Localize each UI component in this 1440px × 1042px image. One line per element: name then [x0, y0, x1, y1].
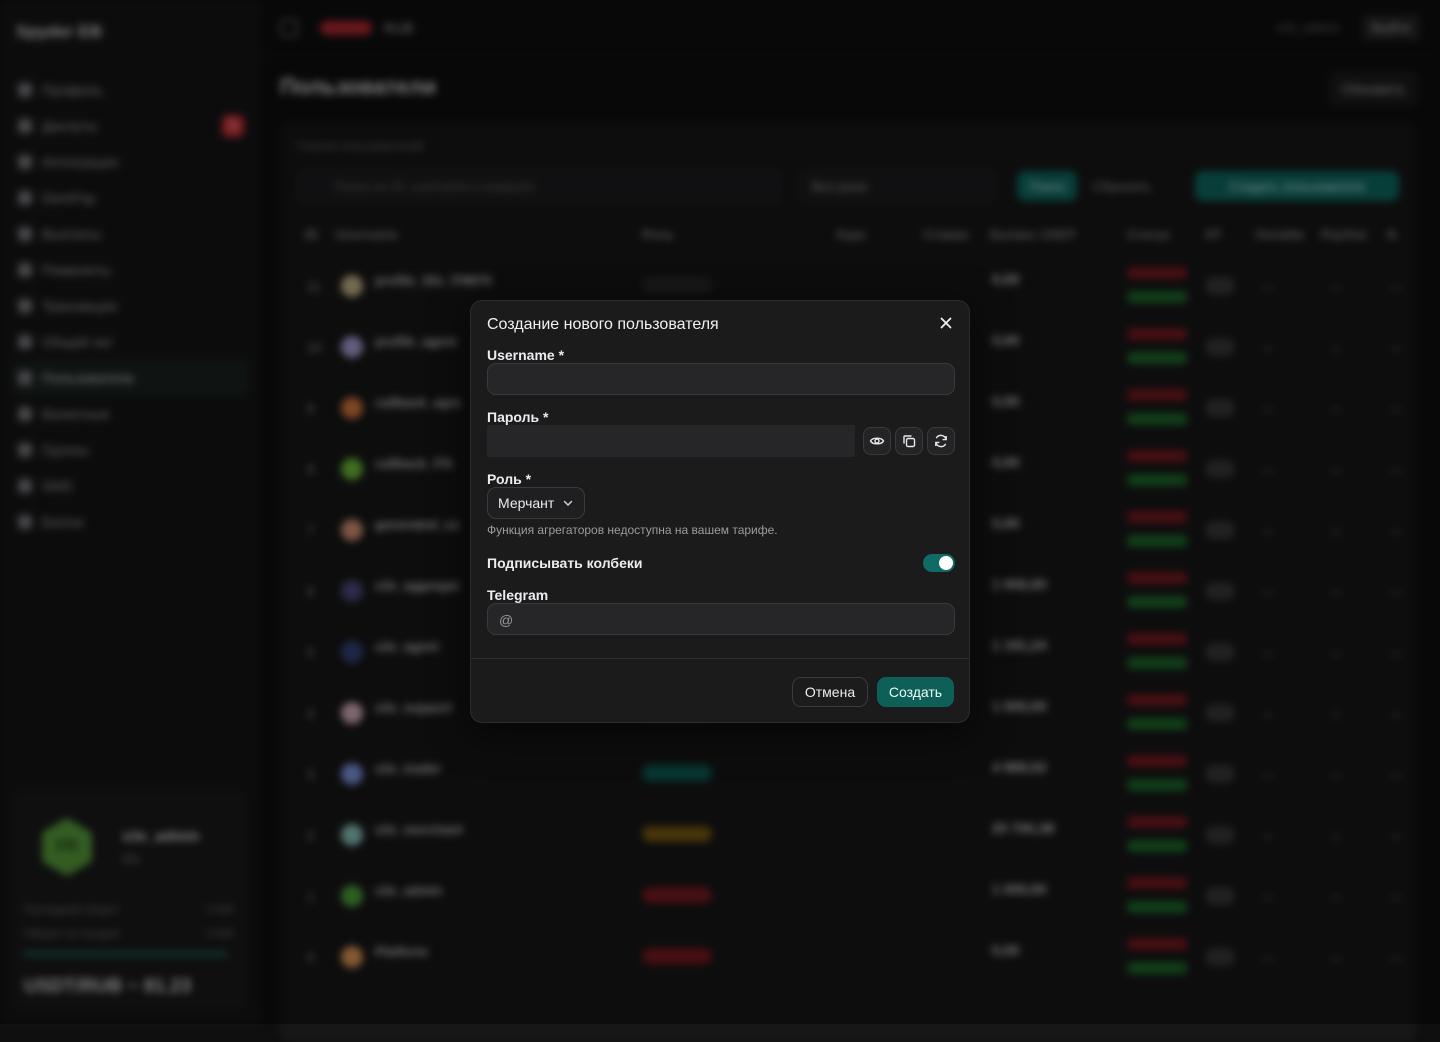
telegram-field[interactable] [487, 603, 955, 635]
create-button[interactable]: Создать [877, 677, 954, 707]
cancel-button[interactable]: Отмена [792, 677, 868, 707]
role-label: Роль * [487, 471, 531, 487]
eye-icon [869, 433, 885, 449]
footer-divider [471, 658, 969, 659]
close-icon [940, 317, 952, 329]
toggle-knob [939, 556, 953, 570]
sign-callbacks-label: Подписывать колбеки [487, 555, 642, 571]
generate-password-button[interactable] [927, 427, 955, 455]
copy-icon [901, 433, 917, 449]
telegram-label: Telegram [487, 587, 548, 603]
username-field[interactable] [487, 363, 955, 395]
sign-callbacks-toggle[interactable] [923, 554, 955, 572]
create-user-dialog: Создание нового пользователя Username * … [470, 300, 970, 723]
username-label: Username * [487, 347, 564, 363]
role-hint: Функция агрегаторов недоступна на вашем … [487, 523, 778, 537]
dialog-title: Создание нового пользователя [487, 316, 719, 334]
copy-password-button[interactable] [895, 427, 923, 455]
role-selected-value: Мерчант [498, 495, 554, 511]
telegram-prefix: @ [499, 612, 513, 628]
password-field[interactable] [487, 425, 855, 457]
role-select[interactable]: Мерчант [487, 487, 585, 519]
show-password-button[interactable] [863, 427, 891, 455]
refresh-icon [933, 433, 949, 449]
password-label: Пароль * [487, 409, 548, 425]
chevron-down-icon [562, 497, 574, 509]
close-button[interactable] [937, 314, 955, 332]
